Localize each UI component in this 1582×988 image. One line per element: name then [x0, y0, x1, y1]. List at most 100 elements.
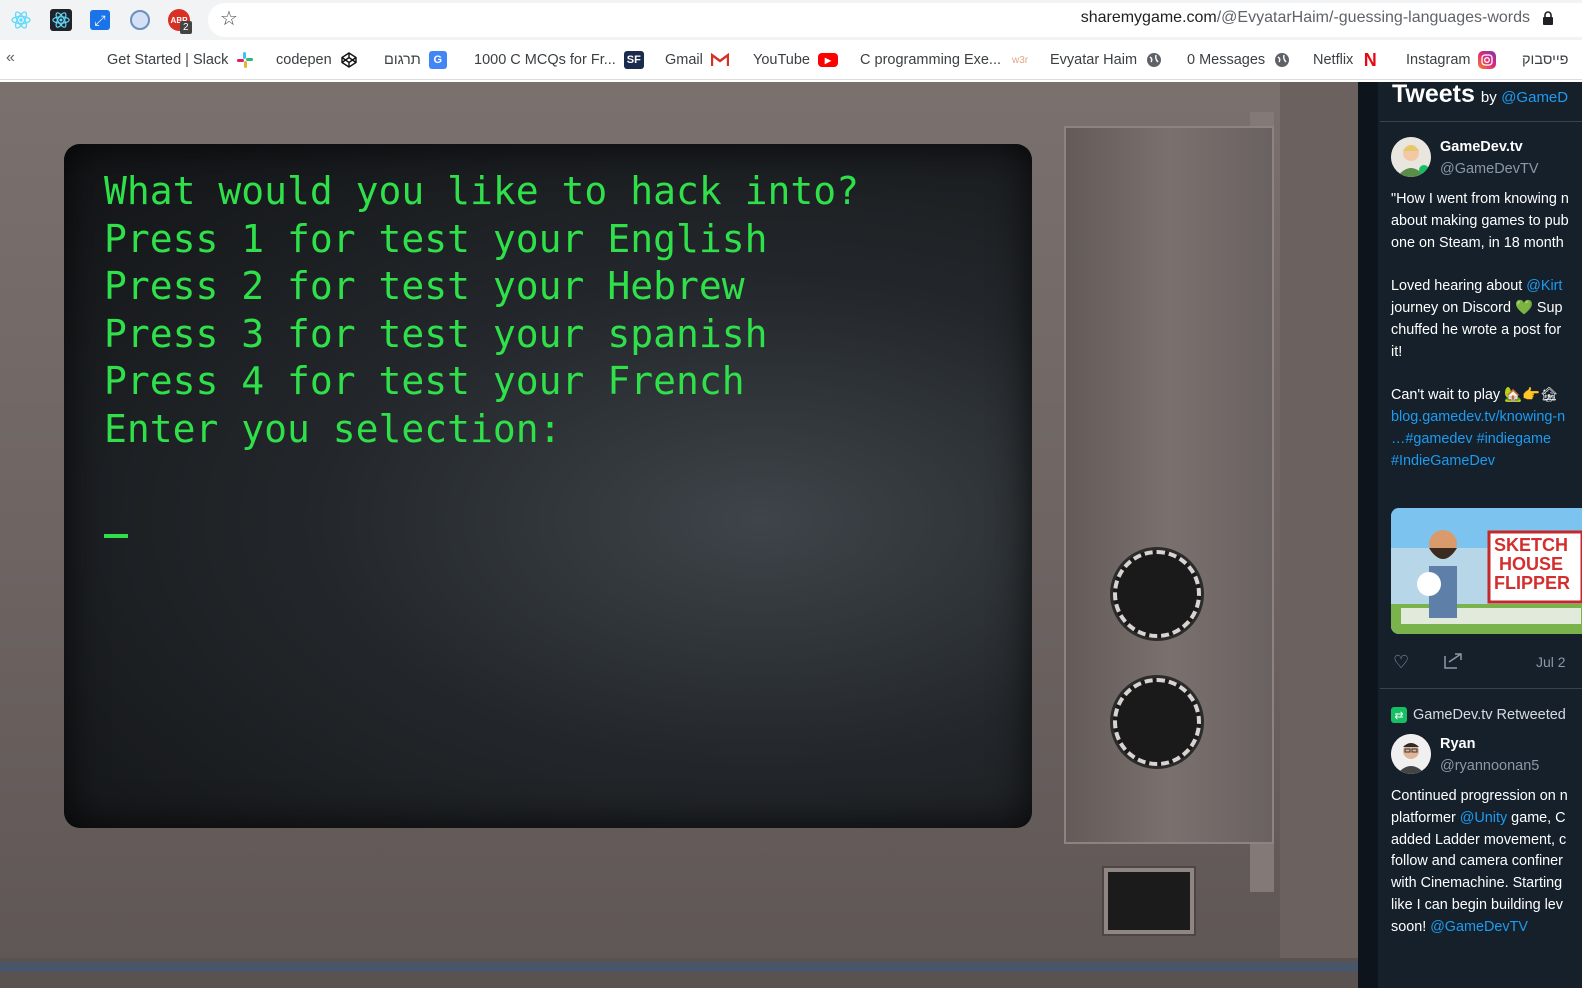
atom-icon[interactable]: [50, 9, 72, 31]
terminal-line: Press 3 for test your spanish: [104, 311, 768, 356]
globe-icon: [1273, 51, 1291, 69]
bookmark-label: 0 Messages: [1187, 52, 1266, 68]
bookmark-label: YouTube: [753, 52, 810, 68]
tweet-line: about making games to pub: [1391, 212, 1569, 229]
instagram-icon: [1478, 51, 1497, 69]
monitor-knob-bottom: [1113, 678, 1201, 766]
url-text[interactable]: sharemygame.com/@EvyatarHaim/-guessing-l…: [1081, 8, 1530, 28]
media-title: SKETCH HOUSE FLIPPER: [1494, 536, 1570, 593]
tweet-line: chuffed he wrote a post for: [1391, 321, 1562, 338]
retweet-icon: ⇄: [1391, 707, 1407, 723]
url-host: sharemygame.com: [1080, 9, 1217, 26]
bookmark-c-programming[interactable]: C programming Exe... w3r: [860, 50, 1031, 70]
tweet-media-image[interactable]: SKETCH HOUSE FLIPPER: [1391, 508, 1582, 634]
google-translate-icon: G: [428, 51, 447, 69]
retweet-indicator: ⇄ GameDev.tv Retweeted: [1391, 705, 1566, 725]
timeline-handle-link[interactable]: @GameD: [1501, 89, 1568, 106]
monitor-knob-top: [1113, 550, 1201, 638]
resize-arrows-icon[interactable]: ⤢: [89, 9, 111, 31]
terminal-line: Enter you selection:: [104, 406, 562, 451]
mention-link[interactable]: @Unity: [1460, 810, 1507, 826]
bookmark-messages[interactable]: 0 Messages: [1187, 50, 1291, 70]
bookmark-netflix[interactable]: Netflix N: [1313, 50, 1379, 70]
bookmark-c-mcqs[interactable]: 1000 C MCQs for Fr... SF: [474, 50, 644, 70]
tweet-line: "How I went from knowing n: [1391, 191, 1569, 207]
tweet-line: like I can begin building lev: [1391, 896, 1563, 913]
bookmarks-bar: « Get Started | Slack codepen תרגום G 10…: [0, 40, 1582, 80]
react-devtools-icon[interactable]: [10, 9, 32, 31]
timeline-divider: [1380, 121, 1582, 122]
media-title-line: HOUSE: [1499, 554, 1564, 574]
lock-icon[interactable]: [1542, 11, 1554, 25]
share-icon[interactable]: [1443, 652, 1463, 675]
gmail-icon: [710, 51, 729, 69]
bookmark-label: 1000 C MCQs for Fr...: [474, 52, 616, 68]
terminal-line: Press 4 for test your French: [104, 359, 745, 404]
tweet-line: Loved hearing about: [1391, 278, 1527, 295]
tweet-divider: [1380, 688, 1582, 689]
avatar[interactable]: [1391, 137, 1431, 177]
monitor-base-shadow: [0, 962, 1358, 972]
heart-icon[interactable]: ♡: [1393, 652, 1409, 673]
tweet-line: it!: [1391, 343, 1403, 360]
monitor-power-button: [1104, 868, 1194, 934]
terminal-line: What would you like to hack into?: [104, 169, 859, 213]
crt-screen: What would you like to hack into? Press 1…: [64, 144, 1032, 828]
tweet-link[interactable]: blog.gamedev.tv/knowing-n: [1391, 407, 1569, 429]
bookmark-label: C programming Exe...: [860, 52, 1002, 68]
bookmark-youtube[interactable]: YouTube ▶: [753, 50, 838, 70]
tweet-text: Continued progression on n platformer @Un…: [1391, 786, 1568, 939]
avatar[interactable]: [1391, 734, 1431, 774]
bookmark-facebook[interactable]: פייסבוק: [1522, 50, 1568, 70]
terminal-line: Press 2 for test your Hebrew: [104, 264, 745, 309]
bookmark-gmail[interactable]: Gmail: [665, 50, 729, 70]
tweet-author-name[interactable]: GameDev.tv: [1440, 139, 1523, 155]
codepen-icon: [340, 51, 358, 69]
bookmark-label: Gmail: [665, 52, 703, 68]
tweet-author-handle[interactable]: @ryannoonan5: [1440, 758, 1539, 774]
terminal-cursor: [104, 534, 128, 538]
bookmark-label: תרגום: [384, 52, 421, 68]
bookmark-label: codepen: [276, 52, 332, 68]
bookmark-label: Get Started | Slack: [107, 52, 229, 68]
bookmark-star-icon[interactable]: ☆: [218, 8, 240, 30]
bookmark-codepen[interactable]: codepen: [276, 50, 358, 70]
media-title-line: FLIPPER: [1494, 573, 1571, 593]
mention-link[interactable]: @Kirt: [1526, 278, 1562, 294]
slack-icon: [236, 51, 254, 69]
bookmark-label: Evyatar Haim: [1050, 52, 1138, 68]
bookmark-slack[interactable]: Get Started | Slack: [107, 50, 254, 70]
bookmarks-overflow-icon[interactable]: «: [6, 49, 15, 67]
bookmark-instagram[interactable]: Instagram: [1406, 50, 1497, 70]
timeline-by: by: [1480, 89, 1497, 106]
timeline-title: Tweets: [1392, 80, 1475, 108]
tweet-author-handle[interactable]: @GameDevTV: [1440, 161, 1539, 177]
circle-extension-icon[interactable]: [129, 9, 151, 31]
adblock-icon[interactable]: ABP 2: [168, 9, 192, 34]
tweet-line: game, C: [1507, 809, 1566, 826]
tweet-line: platformer: [1391, 809, 1460, 826]
retweet-label: GameDev.tv Retweeted: [1413, 707, 1566, 723]
media-title-line: SKETCH: [1494, 535, 1569, 555]
tweet-author-name[interactable]: Ryan: [1440, 736, 1475, 752]
globe-icon: [1145, 51, 1163, 69]
mention-link[interactable]: @GameDevTV: [1430, 919, 1528, 935]
twitter-timeline-edge: [1358, 82, 1378, 988]
browser-toolbar: ⤢ ABP 2 ☆ sharemygame.com/@EvyatarHaim/-…: [0, 0, 1582, 40]
adblock-badge: 2: [180, 21, 192, 34]
tweet-text: "How I went from knowing n about making g…: [1391, 189, 1569, 472]
hashtag-link[interactable]: …#gamedev #indiegame: [1391, 429, 1569, 451]
tweet-line: follow and camera confiner: [1391, 853, 1563, 870]
tweet-line: added Ladder movement, c: [1391, 831, 1567, 848]
bookmark-evyatar-haim[interactable]: Evyatar Haim: [1050, 50, 1163, 70]
sanfoundry-icon: SF: [623, 51, 644, 69]
url-path: /@EvyatarHaim/-guessing-languages-words: [1216, 9, 1530, 26]
tweet-line: soon!: [1391, 918, 1431, 935]
bookmark-translate[interactable]: תרגום G: [384, 50, 447, 70]
tweet-line: with Cinemachine. Starting: [1391, 875, 1563, 892]
tweet-date[interactable]: Jul 2: [1536, 654, 1566, 670]
tweet-line: journey on Discord 💚 Sup: [1391, 299, 1563, 316]
hashtag-link[interactable]: #IndieGameDev: [1391, 451, 1569, 473]
game-canvas[interactable]: What would you like to hack into? Press 1…: [0, 82, 1358, 988]
timeline-header: Tweets by @GameD: [1392, 80, 1568, 109]
